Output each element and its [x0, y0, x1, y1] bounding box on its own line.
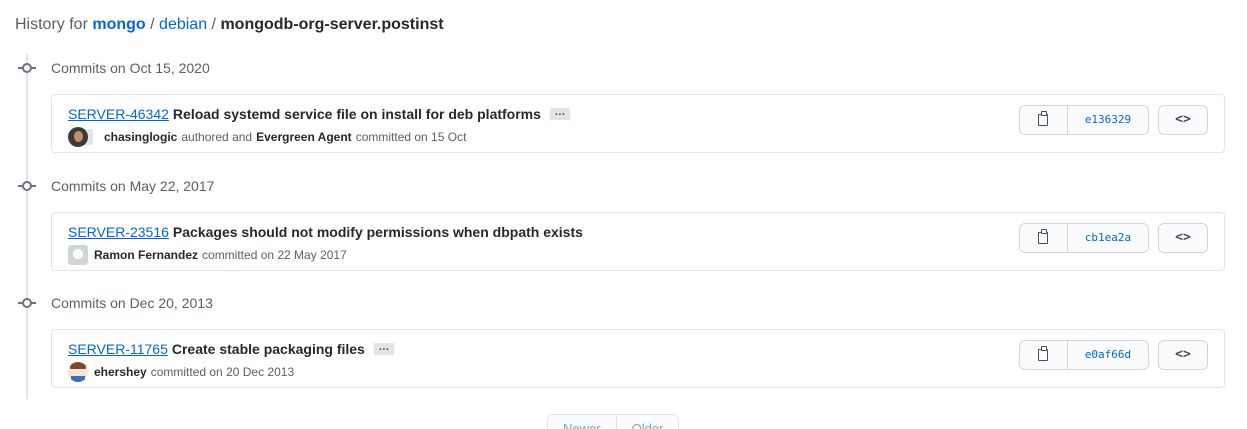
commit-date-text: committed on 22 May 2017	[202, 248, 347, 262]
breadcrumb-prefix: History for	[15, 16, 88, 33]
commit-sha-group: e136329	[1019, 105, 1149, 135]
clipboard-icon	[1038, 111, 1048, 126]
commit-author-link[interactable]: Ramon Fernandez	[94, 246, 198, 264]
commit-meta: Ramon Fernandez committed on 22 May 2017	[68, 245, 347, 265]
browse-repository-button[interactable]: <>	[1158, 105, 1208, 135]
breadcrumb-folder-link[interactable]: debian	[159, 16, 207, 33]
breadcrumb: History for mongo / debian / mongodb-org…	[15, 15, 444, 35]
commit-author-link[interactable]: ehershey	[94, 363, 147, 381]
copy-sha-button[interactable]	[1020, 341, 1068, 369]
commit-committer-link[interactable]: Evergreen Agent	[256, 128, 352, 146]
commit-sha-link[interactable]: cb1ea2a	[1068, 224, 1148, 252]
commit-author-link[interactable]: chasinglogic	[104, 128, 177, 146]
commit-date-text: committed on 15 Oct	[355, 130, 467, 144]
commit-sha-link[interactable]: e0af66d	[1068, 341, 1148, 369]
commit-item: SERVER-23516 Packages should not modify …	[51, 212, 1225, 271]
browse-repository-button[interactable]: <>	[1158, 223, 1208, 253]
default-avatar-icon[interactable]	[68, 245, 88, 265]
copy-sha-button[interactable]	[1020, 224, 1068, 252]
clipboard-icon	[1038, 229, 1048, 244]
breadcrumb-separator: /	[211, 16, 216, 33]
commit-sha-group: e0af66d	[1019, 340, 1149, 370]
commit-title: SERVER-23516 Packages should not modify …	[68, 223, 583, 241]
clipboard-icon	[1038, 346, 1048, 361]
commit-meta: chasinglogic authored and Evergreen Agen…	[68, 127, 466, 147]
breadcrumb-file: mongodb-org-server.postinst	[220, 16, 444, 33]
commit-date-text: committed on 20 Dec 2013	[150, 365, 295, 379]
commit-item: SERVER-46342 Reload systemd service file…	[51, 94, 1225, 153]
copy-sha-button[interactable]	[1020, 106, 1068, 134]
commit-meta: ehershey committed on 20 Dec 2013	[68, 362, 294, 382]
commit-group-header: Commits on Oct 15, 2020	[18, 58, 210, 78]
commit-group-title: Commits on May 22, 2017	[51, 178, 215, 194]
commit-title: SERVER-11765 Create stable packaging fil…	[68, 340, 394, 358]
commit-item: SERVER-11765 Create stable packaging fil…	[51, 329, 1225, 388]
expand-message-button[interactable]: …	[549, 107, 570, 120]
expand-message-button[interactable]: …	[373, 342, 394, 355]
commit-icon	[18, 179, 36, 193]
commit-sha-link[interactable]: e136329	[1068, 106, 1148, 134]
commit-title: SERVER-46342 Reload systemd service file…	[68, 105, 570, 123]
commit-issue-link[interactable]: SERVER-11765	[68, 340, 168, 358]
browse-repository-button[interactable]: <>	[1158, 340, 1208, 370]
commit-author-action: authored and	[181, 130, 253, 144]
commit-group-header: Commits on May 22, 2017	[18, 176, 214, 196]
commit-issue-link[interactable]: SERVER-46342	[68, 105, 169, 123]
older-button[interactable]: Older	[617, 415, 679, 429]
user-avatar-icon[interactable]	[68, 362, 88, 382]
stacked-avatars-icon[interactable]	[68, 127, 94, 147]
commit-issue-link[interactable]: SERVER-23516	[68, 223, 169, 241]
pagination: Newer Older	[547, 414, 680, 429]
commit-group-title: Commits on Dec 20, 2013	[51, 295, 213, 311]
author-avatar	[68, 127, 88, 147]
commit-icon	[18, 296, 36, 310]
newer-button[interactable]: Newer	[548, 415, 617, 429]
breadcrumb-separator: /	[150, 16, 155, 33]
breadcrumb-repo-link[interactable]: mongo	[92, 16, 145, 33]
commit-group-title: Commits on Oct 15, 2020	[51, 60, 210, 76]
commit-message-link[interactable]: Create stable packaging files	[172, 340, 365, 358]
commit-sha-group: cb1ea2a	[1019, 223, 1149, 253]
commit-icon	[18, 61, 36, 75]
commit-message-link[interactable]: Reload systemd service file on install f…	[173, 105, 541, 123]
timeline-line	[26, 54, 28, 399]
commit-group-header: Commits on Dec 20, 2013	[18, 293, 213, 313]
commit-history-page: History for mongo / debian / mongodb-org…	[0, 0, 1247, 429]
commit-message-link[interactable]: Packages should not modify permissions w…	[173, 223, 583, 241]
